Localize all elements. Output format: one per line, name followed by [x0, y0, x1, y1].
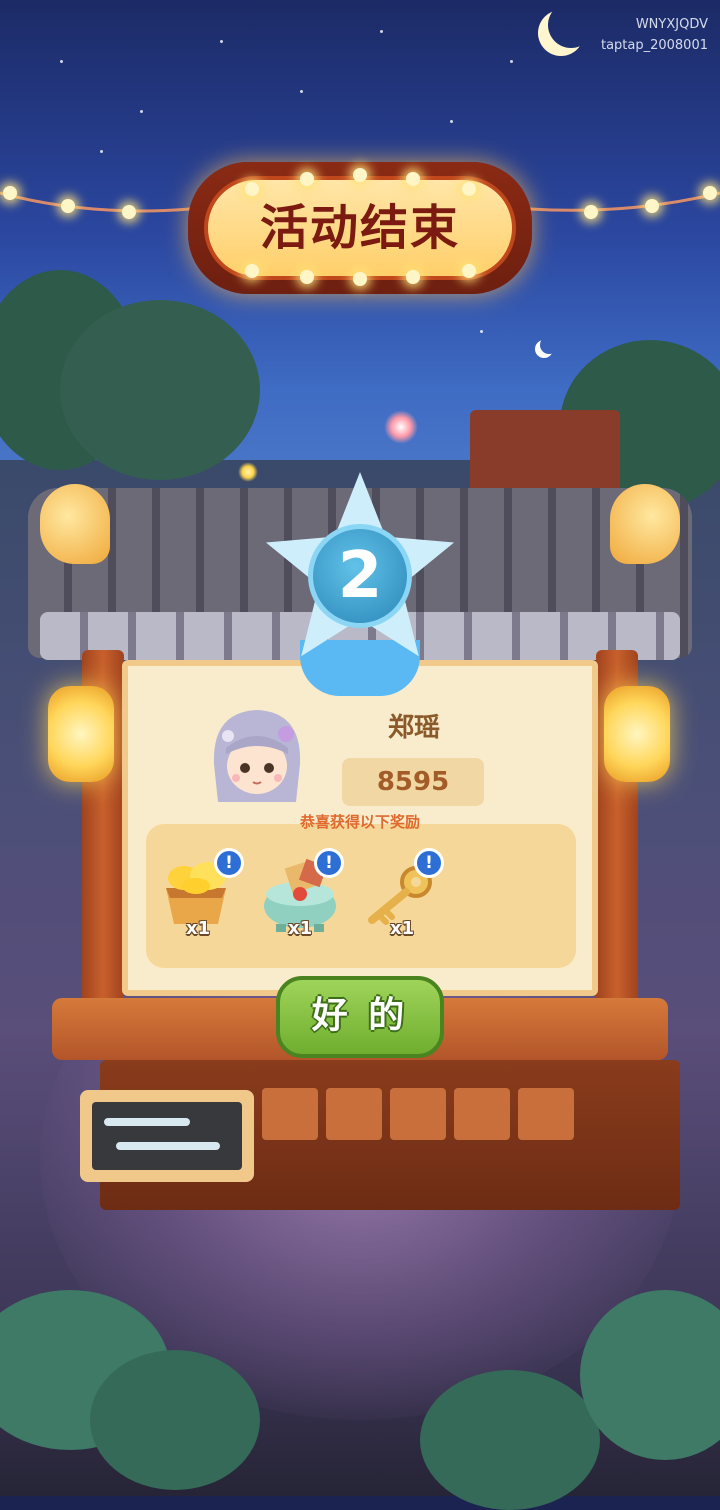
star [60, 60, 63, 63]
star [480, 330, 483, 333]
drawer [390, 1088, 446, 1140]
star [300, 90, 303, 93]
player-avatar [213, 710, 301, 802]
tree [60, 300, 260, 480]
drawer [326, 1088, 382, 1140]
temple-building [470, 410, 620, 500]
firework-icon [384, 410, 418, 444]
bush [90, 1350, 260, 1490]
reward-quantity: x1 [186, 918, 211, 939]
info-icon[interactable]: ! [314, 848, 344, 878]
light-bulb [584, 205, 598, 219]
sign-bulb [300, 270, 314, 284]
drawer [262, 1088, 318, 1140]
player-name: 郑瑶 [387, 713, 440, 743]
confirm-button-label[interactable]: 好 的 [276, 976, 444, 1058]
drawer [454, 1088, 510, 1140]
sign-bulb [353, 168, 367, 182]
roof-ornament [610, 484, 680, 564]
drawer [518, 1088, 574, 1140]
light-bulb [645, 199, 659, 213]
reward-item[interactable]: x1 ! [156, 848, 248, 948]
light-bulb [122, 205, 136, 219]
info-icon[interactable]: ! [214, 848, 244, 878]
chalkboard [92, 1102, 242, 1170]
firework-icon [238, 462, 258, 482]
player-score: 8595 [376, 767, 450, 797]
rewards-caption: 恭喜获得以下奖励 [299, 813, 420, 831]
crescent-moon-icon [548, 2, 594, 48]
light-bulb [703, 186, 717, 200]
rank-number: 2 [337, 539, 383, 613]
star [220, 40, 223, 43]
sign-bulb [300, 172, 314, 186]
star [510, 60, 513, 63]
watermark: WNYXJQDV taptap_2008001 [601, 14, 708, 56]
light-bulb [61, 199, 75, 213]
reward-quantity: x1 [390, 918, 415, 939]
sign-bulb [406, 270, 420, 284]
watermark-user: taptap_2008001 [600, 38, 708, 53]
lantern-right [604, 686, 670, 782]
small-moon-icon [540, 336, 558, 354]
sign-bulb [406, 172, 420, 186]
reward-item[interactable]: x1 ! [258, 848, 350, 948]
sign-bulb [353, 272, 367, 286]
star [100, 150, 103, 153]
light-bulb [3, 186, 17, 200]
star [380, 30, 383, 33]
reward-item[interactable]: x1 ! [362, 848, 454, 948]
bush [420, 1370, 600, 1510]
chalk-scribble [104, 1118, 190, 1126]
lantern-left [48, 686, 114, 782]
roof-ornament [40, 484, 110, 564]
page-title: 活动结束 [259, 200, 460, 256]
star [450, 120, 453, 123]
info-icon[interactable]: ! [414, 848, 444, 878]
reward-quantity: x1 [288, 918, 313, 939]
watermark-code: WNYXJQDV [635, 17, 708, 32]
chalk-scribble [116, 1142, 220, 1150]
badge-ribbon [300, 640, 420, 696]
star [140, 110, 143, 113]
